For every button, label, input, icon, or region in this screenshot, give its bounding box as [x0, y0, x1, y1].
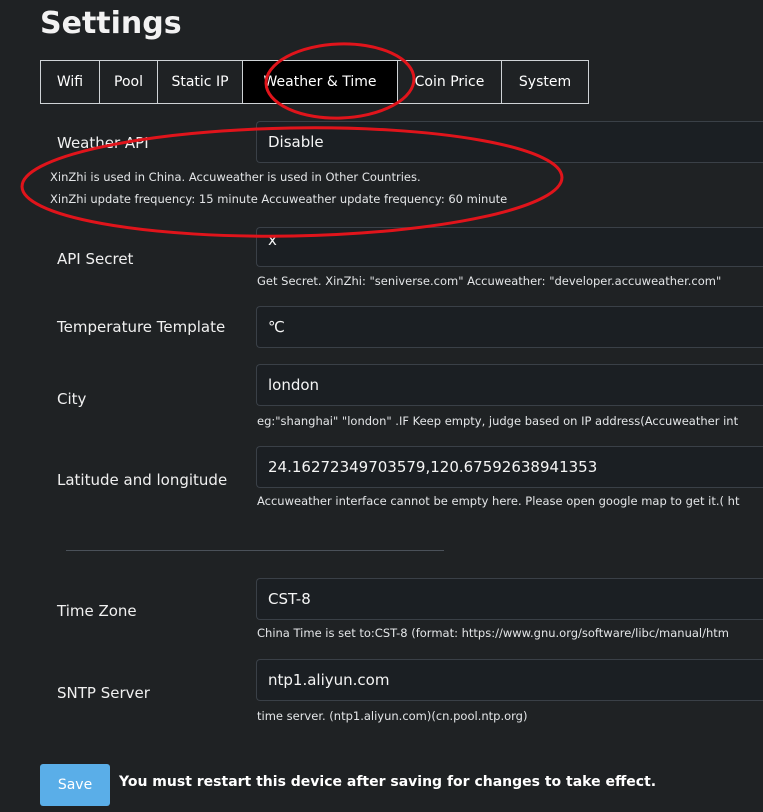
sntp-server-help: time server. (ntp1.aliyun.com)(cn.pool.n… — [257, 709, 528, 723]
time-zone-help: China Time is set to:CST-8 (format: http… — [257, 626, 729, 640]
temperature-template-label: Temperature Template — [57, 318, 226, 336]
city-input[interactable] — [256, 364, 763, 406]
api-secret-label: API Secret — [57, 250, 134, 268]
section-divider — [66, 550, 444, 551]
tab-coin-price[interactable]: Coin Price — [398, 60, 502, 104]
city-help: eg:"shanghai" "london" .IF Keep empty, j… — [257, 414, 739, 428]
temperature-template-input[interactable] — [256, 306, 763, 348]
sntp-server-label: SNTP Server — [57, 684, 150, 702]
weather-api-select[interactable]: Disable — [256, 121, 763, 163]
tab-pool[interactable]: Pool — [100, 60, 158, 104]
tab-system[interactable]: System — [502, 60, 589, 104]
sntp-server-input[interactable] — [256, 659, 763, 701]
settings-page: Settings Wifi Pool Static IP Weather & T… — [0, 0, 763, 812]
lat-long-help: Accuweather interface cannot be empty he… — [257, 494, 740, 508]
lat-long-label: Latitude and longitude — [57, 471, 228, 489]
restart-note: You must restart this device after savin… — [119, 774, 657, 790]
lat-long-input[interactable] — [256, 446, 763, 488]
tab-bar: Wifi Pool Static IP Weather & Time Coin … — [40, 60, 589, 104]
weather-api-label: Weather API — [57, 134, 149, 152]
tab-static-ip[interactable]: Static IP — [158, 60, 243, 104]
time-zone-label: Time Zone — [57, 602, 137, 620]
weather-api-help-line2: XinZhi update frequency: 15 minute Accuw… — [50, 192, 508, 206]
city-label: City — [57, 390, 87, 408]
api-secret-input[interactable] — [256, 227, 763, 267]
api-secret-help: Get Secret. XinZhi: "seniverse.com" Accu… — [257, 274, 722, 288]
time-zone-input[interactable] — [256, 578, 763, 620]
page-title: Settings — [40, 6, 182, 41]
tab-wifi[interactable]: Wifi — [40, 60, 100, 104]
save-button[interactable]: Save — [40, 764, 110, 806]
weather-api-help-line1: XinZhi is used in China. Accuweather is … — [50, 170, 421, 184]
tab-weather-time[interactable]: Weather & Time — [243, 60, 398, 104]
